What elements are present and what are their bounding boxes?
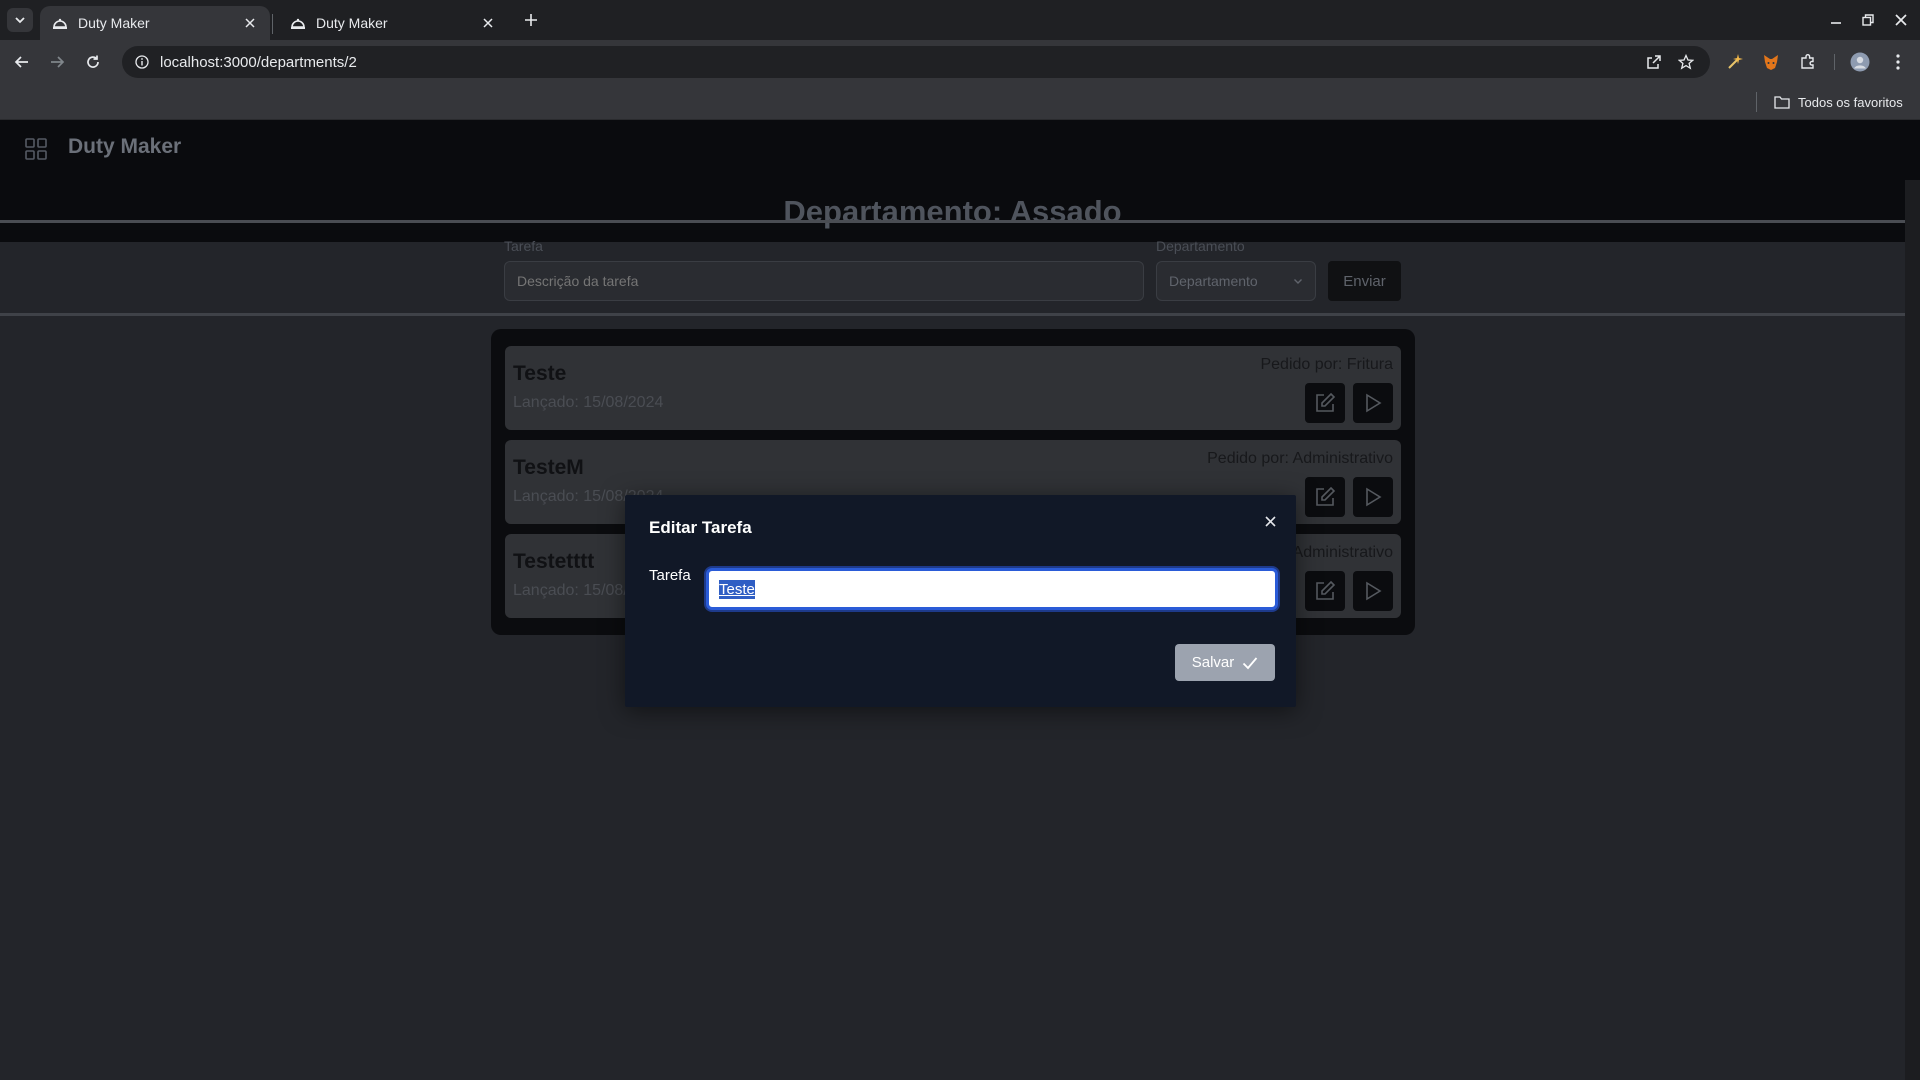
app-header: Duty Maker: [0, 120, 1920, 180]
save-button-label: Salvar: [1191, 654, 1235, 671]
folder-icon: [1774, 96, 1790, 109]
task-name: Teste: [513, 362, 567, 385]
edit-task-button[interactable]: [1305, 383, 1345, 423]
divider: [0, 313, 1905, 316]
edit-task-modal: Editar Tarefa Tarefa Teste Salvar: [625, 495, 1296, 707]
toolbar-divider: [1834, 54, 1835, 70]
browser-menu-button[interactable]: [1887, 51, 1909, 73]
close-window-button[interactable]: [1891, 10, 1911, 30]
bookmarks-divider: [1756, 92, 1757, 112]
edit-task-button[interactable]: [1305, 571, 1345, 611]
edit-icon: [1316, 486, 1336, 506]
modal-title: Editar Tarefa: [649, 518, 752, 537]
avatar-icon: [1850, 52, 1870, 72]
duty-maker-favicon-icon: [291, 18, 305, 29]
department-header: Departamento: Assado: [0, 180, 1920, 242]
check-icon: [1242, 656, 1258, 670]
new-tab-button[interactable]: [520, 9, 542, 31]
task-requested-by: Pedido por: Fritura: [1260, 356, 1393, 373]
close-icon: [1264, 515, 1276, 527]
start-task-button[interactable]: [1353, 477, 1393, 517]
divider: [0, 220, 1905, 223]
reload-icon: [87, 55, 99, 68]
task-name: TesteM: [513, 456, 584, 479]
page-title: Departamento: Assado: [783, 194, 1122, 229]
edit-task-button[interactable]: [1305, 477, 1345, 517]
forward-button[interactable]: [45, 50, 69, 74]
tab-title: Duty Maker: [316, 15, 388, 31]
restore-icon: [1862, 14, 1874, 26]
close-icon: [1895, 14, 1907, 26]
save-button[interactable]: Salvar: [1175, 644, 1275, 681]
task-name: Testetttt: [513, 550, 595, 573]
browser-tab-active[interactable]: Duty Maker: [40, 6, 270, 40]
tab-close-icon[interactable]: [242, 15, 258, 31]
play-icon: [1366, 393, 1382, 413]
profile-avatar[interactable]: [1849, 51, 1871, 73]
page-scrollbar[interactable]: [1905, 180, 1920, 1080]
browser-toolbar: localhost:3000/departments/2: [0, 40, 1920, 84]
tab-close-icon[interactable]: [480, 15, 496, 31]
restore-button[interactable]: [1858, 10, 1878, 30]
task-edit-input[interactable]: Teste: [706, 568, 1278, 610]
apps-grid-icon[interactable]: [24, 137, 48, 161]
start-task-button[interactable]: [1353, 571, 1393, 611]
play-icon: [1366, 487, 1382, 507]
edit-icon: [1316, 580, 1336, 600]
extension-sparkle-icon[interactable]: [1724, 51, 1746, 73]
open-in-app-icon[interactable]: [1644, 52, 1664, 72]
url-text: localhost:3000/departments/2: [160, 53, 357, 71]
edit-icon: [1316, 392, 1336, 412]
start-task-button[interactable]: [1353, 383, 1393, 423]
modal-close-button[interactable]: [1262, 513, 1278, 529]
browser-tab-bar: Duty Maker Duty Maker: [0, 0, 1920, 40]
arrow-left-icon: [14, 56, 28, 68]
all-bookmarks-button[interactable]: Todos os favoritos: [1774, 92, 1903, 112]
all-bookmarks-label: Todos os favoritos: [1798, 94, 1903, 110]
task-edit-value: Teste: [719, 579, 755, 599]
task-field-label: Tarefa: [649, 567, 691, 584]
tab-search-button[interactable]: [7, 8, 33, 32]
task-description-input[interactable]: [504, 261, 1144, 301]
bookmark-star-icon[interactable]: [1676, 52, 1696, 72]
task-field-label: Tarefa: [504, 238, 543, 254]
play-icon: [1366, 581, 1382, 601]
extensions-puzzle-icon[interactable]: [1797, 51, 1819, 73]
task-card: Teste Lançado: 15/08/2024 Pedido por: Fr…: [505, 346, 1401, 430]
minimize-button[interactable]: [1826, 10, 1846, 30]
send-button[interactable]: Enviar: [1328, 261, 1401, 301]
chevron-down-icon: [15, 17, 25, 24]
tab-divider: [272, 14, 273, 34]
more-vertical-icon: [1896, 54, 1900, 70]
department-field-label: Departamento: [1156, 238, 1245, 254]
app-title: Duty Maker: [68, 135, 182, 158]
app-page: Duty Maker Departamento: Assado Tarefa D…: [0, 120, 1920, 1080]
department-select[interactable]: Departamento: [1156, 261, 1316, 301]
arrow-right-icon: [51, 56, 65, 68]
browser-tab[interactable]: Duty Maker: [278, 6, 508, 40]
department-select-value: Departamento: [1169, 273, 1258, 289]
site-info-icon[interactable]: [134, 54, 150, 70]
chevron-down-icon: [1294, 279, 1302, 284]
metamask-fox-icon[interactable]: [1760, 51, 1782, 73]
back-button[interactable]: [10, 50, 34, 74]
duty-maker-favicon-icon: [53, 18, 67, 29]
reload-button[interactable]: [81, 50, 105, 74]
plus-icon: [525, 14, 537, 26]
task-date: Lançado: 15/08/2024: [513, 394, 664, 411]
address-bar[interactable]: localhost:3000/departments/2: [122, 46, 1710, 78]
bookmarks-bar: Todos os favoritos: [0, 84, 1920, 120]
minimize-icon: [1831, 22, 1841, 24]
tab-title: Duty Maker: [78, 15, 150, 31]
task-requested-by: Pedido por: Administrativo: [1207, 450, 1393, 467]
